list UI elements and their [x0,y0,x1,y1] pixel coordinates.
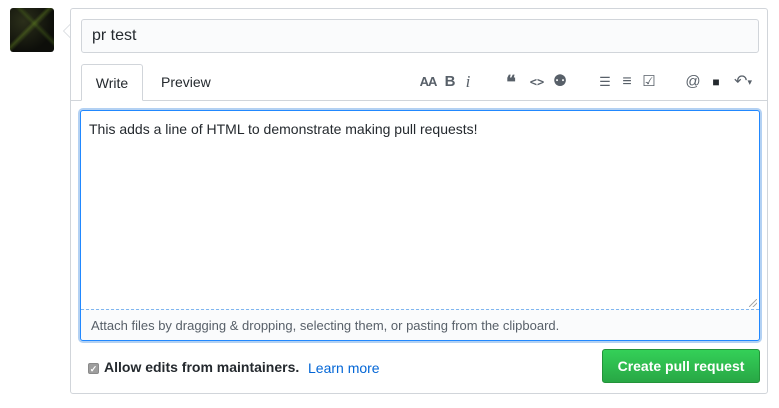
reference-icon[interactable]: ■ [709,72,723,92]
bold-icon[interactable]: B [443,72,457,92]
title-input[interactable]: pr test [81,19,759,53]
create-pull-request-button[interactable]: Create pull request [602,349,760,383]
link-icon[interactable]: ⚉ [550,72,570,92]
comment-body-editor[interactable]: This adds a line of HTML to demonstrate … [80,110,760,341]
resize-handle[interactable] [749,299,757,307]
attach-files-hint[interactable]: Attach files by dragging & dropping, sel… [81,309,759,340]
pr-form: pr test Write Preview AA B i ❝ <> ⚉ ☰ ≡ … [70,8,768,394]
tab-preview[interactable]: Preview [149,64,223,101]
code-icon[interactable]: <> [527,72,547,92]
task-list-icon[interactable]: ☑ [640,72,658,92]
mention-icon[interactable]: @ [685,72,701,92]
comment-body-text[interactable]: This adds a line of HTML to demonstrate … [89,121,478,137]
editor-tabbar: Write Preview AA B i ❝ <> ⚉ ☰ ≡ ☑ @ ■ ↶▾ [71,64,767,101]
italic-icon[interactable]: i [462,72,474,92]
learn-more-link[interactable]: Learn more [308,360,380,376]
allow-edits-checkbox[interactable]: ✓ [88,363,99,374]
reply-icon[interactable]: ↶▾ [731,72,755,92]
allow-edits-label[interactable]: Allow edits from maintainers. [104,359,299,375]
header-icon[interactable]: AA [417,72,439,92]
numbered-list-icon[interactable]: ≡ [619,72,635,92]
avatar[interactable] [10,8,54,52]
bullet-list-icon[interactable]: ☰ [597,72,613,92]
quote-icon[interactable]: ❝ [503,72,519,92]
tab-write[interactable]: Write [81,64,143,101]
